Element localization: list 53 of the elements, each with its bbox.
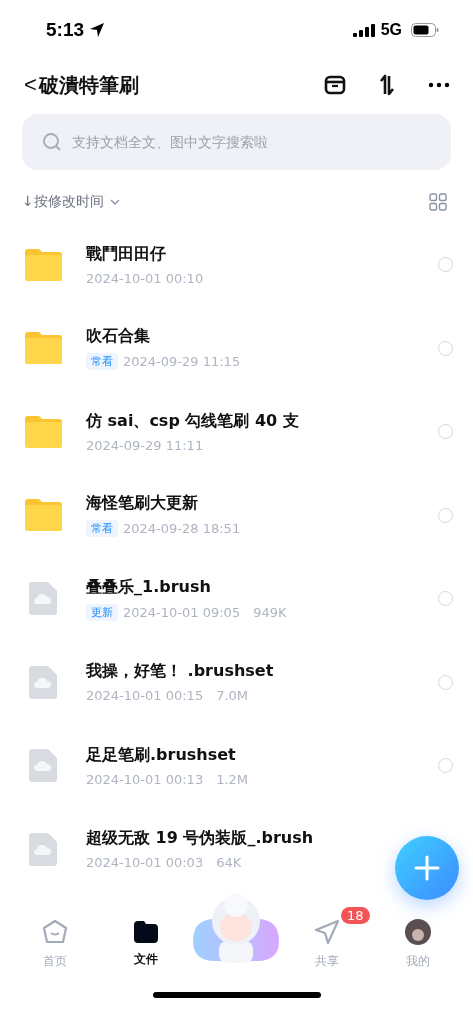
file-name[interactable]: 吹石合集	[86, 326, 150, 348]
chevron-down-icon	[109, 199, 120, 205]
modified-date: 2024-10-01 09:05	[123, 604, 241, 620]
status-time: 5:13	[46, 19, 85, 41]
modified-date: 2024-10-01 00:15	[86, 688, 204, 704]
cloud-file-icon	[29, 582, 57, 616]
home-icon	[42, 918, 69, 945]
file-size: 64K	[216, 855, 242, 871]
cloud-file-icon	[29, 665, 57, 699]
folder-icon	[25, 415, 62, 448]
file-size: 7.0M	[216, 688, 249, 704]
folder-icon	[25, 499, 62, 532]
send-icon	[314, 918, 341, 945]
file-name[interactable]: 仿 sai、csp 勾线笔刷 40 支	[86, 410, 299, 432]
modified-date: 2024-09-29 11:11	[86, 437, 204, 453]
folder-icon	[133, 920, 158, 943]
file-name[interactable]: 足足笔刷.brushset	[86, 744, 236, 766]
back-button[interactable]: <	[24, 74, 37, 96]
file-name[interactable]: 超级无敌 19 号伪装版_.brush	[86, 828, 314, 850]
location-arrow-icon	[89, 22, 106, 38]
battery-icon	[411, 23, 439, 37]
search-input[interactable]: 支持文档全文、图中文字搜索啦	[70, 133, 431, 151]
folder-icon	[25, 248, 62, 281]
avatar	[404, 918, 431, 945]
grid-view-icon[interactable]	[429, 193, 447, 211]
file-name[interactable]: 戰鬥田田仔	[86, 243, 166, 265]
modified-date: 2024-10-01 00:03	[86, 855, 204, 871]
file-name[interactable]: 我操，好笔！ .brushset	[86, 661, 274, 683]
modified-date: 2024-09-29 11:15	[123, 354, 241, 370]
file-size: 1.2M	[216, 771, 249, 787]
notification-badge: 18	[341, 906, 370, 924]
file-size: 949K	[253, 604, 287, 620]
cloud-file-icon	[29, 832, 57, 866]
search-field[interactable]: 支持文档全文、图中文字搜索啦	[22, 114, 451, 170]
file-name[interactable]: 海怪笔刷大更新	[86, 493, 198, 515]
plus-icon	[414, 855, 440, 881]
file-tag: 更新	[86, 603, 118, 621]
modified-date: 2024-09-28 18:51	[123, 521, 241, 537]
tab-item[interactable]: 文件	[133, 920, 158, 968]
cloud-file-icon	[29, 749, 57, 783]
modified-date: 2024-10-01 00:13	[86, 771, 204, 787]
signal-icon	[352, 23, 375, 37]
search-icon	[42, 132, 62, 152]
sort-dropdown[interactable]: ↓按修改时间	[22, 193, 120, 211]
network-label: 5G	[380, 21, 402, 39]
file-tag: 常看	[86, 520, 118, 538]
folder-title: 破潰特筆刷	[38, 71, 139, 99]
file-name[interactable]: 叠叠乐_1.brush	[86, 576, 211, 598]
folder-icon	[25, 332, 62, 365]
modified-date: 2024-10-01 00:10	[86, 270, 204, 286]
box-icon[interactable]	[323, 73, 347, 97]
add-button[interactable]	[395, 836, 459, 900]
file-tag: 常看	[86, 353, 118, 371]
